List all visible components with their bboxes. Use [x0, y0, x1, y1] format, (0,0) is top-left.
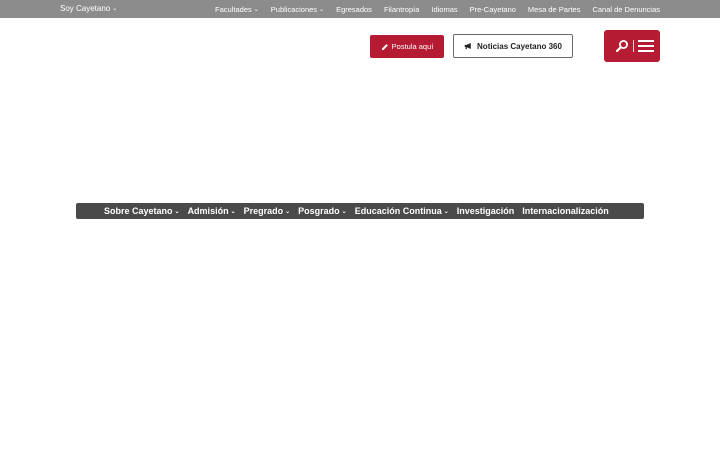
top-link-egresados[interactable]: Egresados: [336, 5, 372, 14]
chevron-down-icon: ⌄: [285, 209, 291, 215]
top-link-filantropia[interactable]: Filantropía: [384, 5, 419, 14]
chevron-down-icon: ⌄: [253, 6, 259, 13]
chevron-down-icon: ⌄: [230, 209, 236, 215]
nav-label: Posgrado: [298, 206, 340, 216]
nav-item-posgrado[interactable]: Posgrado ⌄: [298, 206, 347, 216]
hamburger-icon[interactable]: [638, 39, 654, 53]
chevron-down-icon: ⌄: [443, 209, 449, 215]
noticias-button[interactable]: Noticias Cayetano 360: [453, 34, 573, 58]
noticias-label: Noticias Cayetano 360: [477, 41, 562, 51]
top-link-canal-de-denuncias[interactable]: Canal de Denuncias: [592, 5, 660, 14]
search-menu-button[interactable]: [604, 30, 660, 62]
nav-label: Pregrado: [243, 206, 284, 216]
nav-label: Sobre Cayetano: [104, 206, 173, 216]
top-link-facultades[interactable]: Facultades ⌄: [215, 5, 259, 14]
postula-button[interactable]: Postula aquí: [370, 35, 444, 58]
chevron-down-icon: ⌄: [112, 6, 118, 12]
nav-label: Admisión: [187, 206, 229, 216]
nav-label: Educación Continua: [354, 206, 442, 216]
divider: [633, 40, 634, 52]
top-link-label: Facultades: [215, 4, 252, 14]
chevron-down-icon: ⌄: [319, 6, 325, 13]
chevron-down-icon: ⌄: [174, 209, 180, 215]
nav-item-educacion-continua[interactable]: Educación Continua ⌄: [355, 206, 449, 216]
search-icon[interactable]: [615, 39, 629, 53]
nav-item-sobre-cayetano[interactable]: Sobre Cayetano ⌄: [104, 206, 180, 216]
pencil-icon: [381, 43, 388, 50]
nav-item-admision[interactable]: Admisión ⌄: [188, 206, 236, 216]
chevron-down-icon: ⌄: [341, 209, 347, 215]
top-link-label: Publicaciones: [270, 4, 318, 14]
main-navigation: Sobre Cayetano ⌄ Admisión ⌄ Pregrado ⌄ Posg…: [76, 203, 644, 219]
soy-cayetano-label: Soy Cayetano: [60, 4, 111, 13]
top-link-idiomas[interactable]: Idiomas: [431, 5, 457, 14]
top-link-publicaciones[interactable]: Publicaciones ⌄: [271, 5, 324, 14]
top-links: Facultades ⌄ Publicaciones ⌄ Egresados Fil…: [215, 0, 660, 18]
top-link-pre-cayetano[interactable]: Pre-Cayetano: [470, 5, 516, 14]
nav-item-pregrado[interactable]: Pregrado ⌄: [244, 206, 291, 216]
top-link-mesa-de-partes[interactable]: Mesa de Partes: [528, 5, 581, 14]
nav-item-investigacion[interactable]: Investigación: [457, 206, 515, 216]
top-utility-bar: Soy Cayetano ⌄ Facultades ⌄ Publicaciones ⌄…: [0, 0, 720, 18]
soy-cayetano-link[interactable]: Soy Cayetano ⌄: [60, 0, 117, 18]
nav-item-internacionalizacion[interactable]: Internacionalización: [522, 206, 609, 216]
megaphone-icon: [464, 43, 471, 50]
postula-label: Postula aquí: [391, 42, 434, 51]
